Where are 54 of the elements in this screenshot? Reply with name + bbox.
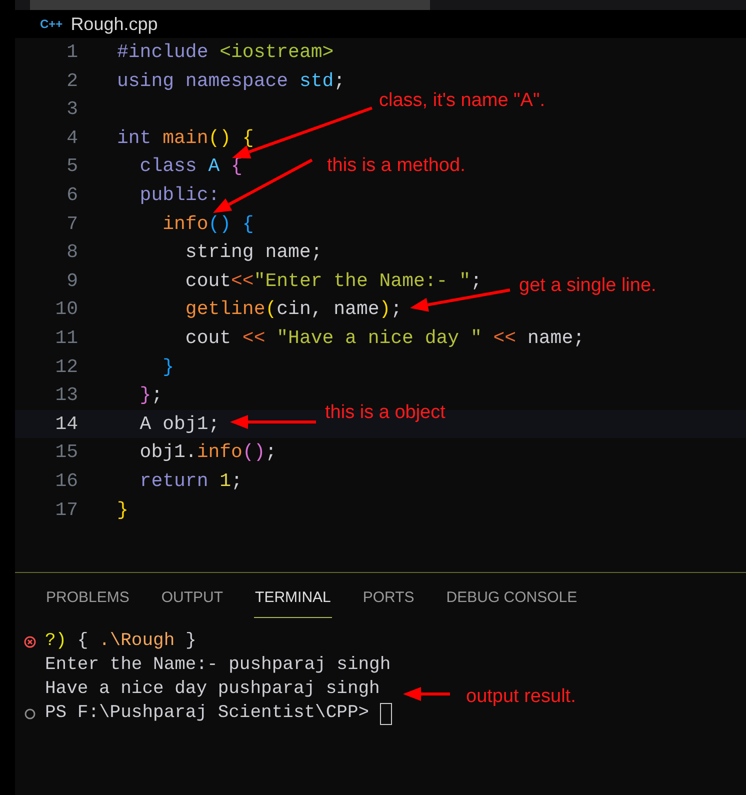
line-number: 2 [66,68,78,94]
code-line: return 1; [138,468,242,494]
annotation-label: class, it's name "A". [379,89,545,113]
arrow-icon [230,415,316,429]
code-line: cout << "Have a nice day " << name; [184,326,585,351]
code-line: obj1.info(); [138,440,277,466]
line-number: 5 [66,154,78,180]
line-number: 17 [54,498,78,523]
code-line: #include <iostream> [117,40,334,66]
file-tab[interactable]: Rough.cpp [70,10,158,38]
code-line: A obj1; [138,412,220,437]
arrow-icon [403,687,450,701]
code-line: class A { [138,154,242,180]
line-number: 9 [66,268,78,294]
terminal-line: Have a nice day pushparaj singh [45,678,380,701]
terminal-line: ?) { .\Rough } [45,630,196,653]
line-number: 10 [54,297,78,322]
cpp-file-icon: C++ [40,15,63,33]
line-number: 3 [66,97,78,122]
code-line: public: [138,183,220,208]
line-number: 14 [54,412,78,437]
line-number: 12 [54,354,78,380]
panel-tab[interactable]: OUTPUT [160,587,224,618]
panel-tab[interactable]: DEBUG CONSOLE [445,587,578,618]
panel-tab[interactable]: PROBLEMS [45,587,130,618]
line-number: 8 [66,240,78,266]
annotation-label: this is a object [325,401,446,425]
code-line: info() { [162,212,254,237]
line-number: 6 [66,183,78,208]
panel-tab[interactable]: TERMINAL [254,587,332,618]
line-number: 11 [54,326,78,351]
annotation-label: get a single line. [519,274,656,298]
code-line: getline(cin, name); [184,297,402,322]
code-line: string name; [184,240,322,266]
code-line: } [162,354,174,380]
line-number: 1 [66,40,78,66]
code-line: cout<<"Enter the Name:- "; [184,268,482,294]
line-number: 4 [66,126,78,151]
terminal-line: PS F:\Pushparaj Scientist\CPP> [45,702,370,725]
annotation-label: output result. [466,685,576,709]
annotation-label: this is a method. [327,154,466,178]
line-number: 7 [66,212,78,237]
arrow-icon [410,288,510,312]
panel-tab[interactable]: PORTS [362,587,416,618]
scrollbar-thumb[interactable] [30,0,430,10]
line-number: 13 [54,383,78,408]
arrow-icon [232,106,372,159]
code-line: using namespace std; [117,68,346,94]
code-line: int main() { [117,126,254,151]
line-number: 16 [54,468,78,494]
code-line: } [117,498,128,523]
line-number: 15 [54,440,78,466]
code-line: }; [138,383,163,408]
terminal-line: Enter the Name:- pushparaj singh [45,654,391,677]
